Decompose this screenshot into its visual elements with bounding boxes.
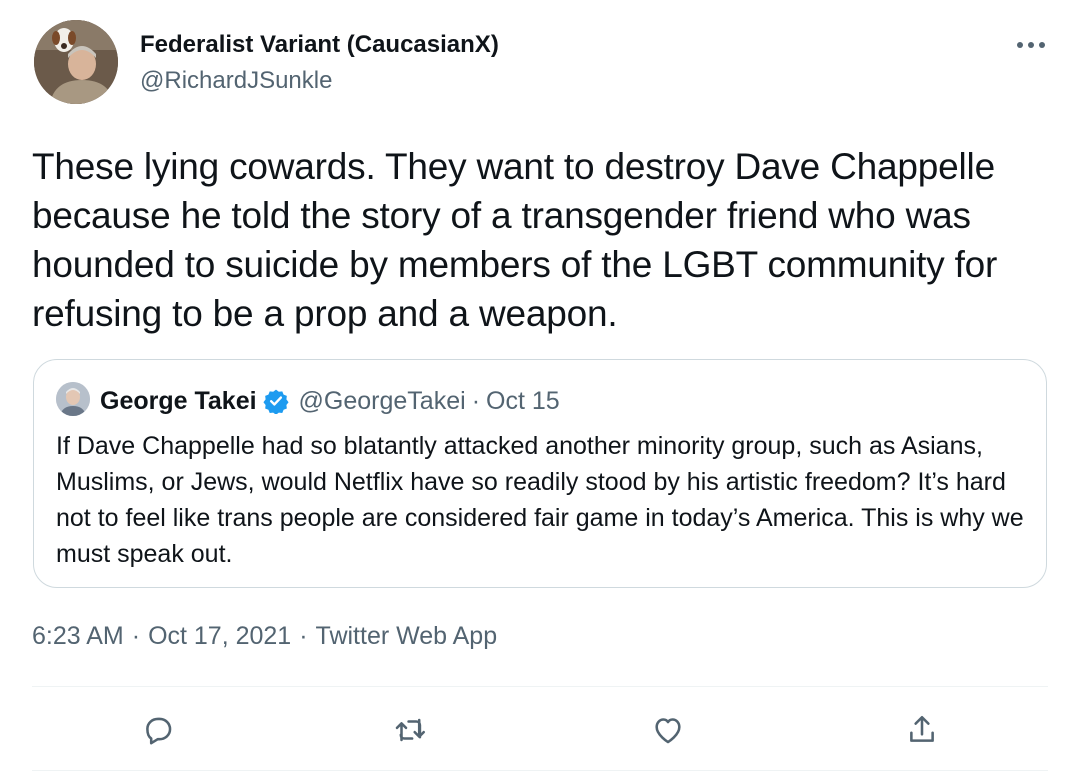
verified-badge-icon	[262, 388, 289, 415]
tweet-metadata: 6:23 AM · Oct 17, 2021 · Twitter Web App	[32, 622, 497, 651]
author-avatar[interactable]	[34, 20, 118, 104]
tweet-text: These lying cowards. They want to destro…	[32, 146, 998, 334]
quoted-tweet[interactable]: George Takei @GeorgeTakei · Oct 15 If Da…	[33, 359, 1047, 588]
retweet-icon[interactable]	[388, 708, 432, 752]
tweet-date[interactable]: Oct 17, 2021	[148, 622, 291, 651]
tweet: Federalist Variant (CaucasianX) @Richard…	[0, 0, 1078, 784]
author-name[interactable]: Federalist Variant (CaucasianX)	[140, 31, 499, 59]
meta-separator: ·	[131, 622, 141, 650]
quoted-author-name: George Takei	[100, 386, 257, 415]
action-bar	[0, 708, 1078, 752]
quoted-header: George Takei @GeorgeTakei · Oct 15	[100, 386, 560, 416]
quoted-date: Oct 15	[486, 386, 560, 415]
heart-icon[interactable]	[646, 708, 690, 752]
more-horizontal-icon[interactable]	[1012, 30, 1050, 60]
share-icon[interactable]	[900, 708, 944, 752]
quoted-text: If Dave Chappelle had so blatantly attac…	[56, 432, 1024, 568]
tweet-source[interactable]: Twitter Web App	[316, 622, 498, 651]
tweet-time[interactable]: 6:23 AM	[32, 622, 124, 651]
divider	[32, 686, 1048, 687]
quoted-separator: ·	[471, 386, 481, 415]
author-handle[interactable]: @RichardJSunkle	[140, 67, 332, 95]
meta-separator: ·	[299, 622, 308, 650]
reply-icon[interactable]	[136, 708, 180, 752]
divider	[32, 770, 1048, 771]
quoted-author-handle: @GeorgeTakei	[298, 386, 466, 415]
quoted-author-avatar	[56, 382, 90, 416]
